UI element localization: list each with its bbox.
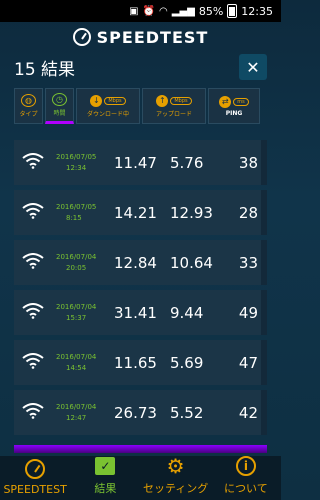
sort-type-label: タイプ xyxy=(19,111,38,118)
sort-type-button[interactable]: ◍ タイプ xyxy=(14,88,43,124)
row-edge xyxy=(261,140,267,185)
sort-upload-label: アップロード xyxy=(155,110,192,118)
tools-button[interactable]: ✕ xyxy=(239,54,267,80)
results-count: 15 結果 xyxy=(14,59,76,80)
row-upload: 5.76 xyxy=(170,153,204,172)
gear-icon: ⚙ xyxy=(166,454,185,478)
row-date: 2016/07/04 xyxy=(56,402,97,411)
info-icon: i xyxy=(235,456,256,476)
row-upload: 10.64 xyxy=(170,253,213,272)
sort-download-label: ダウンロード中 xyxy=(86,110,129,118)
upload-unit: Mbps xyxy=(170,96,192,105)
nav-results[interactable]: ✓ 結果 xyxy=(70,454,140,496)
row-edge xyxy=(261,290,267,335)
alarm-icon: ⏰ xyxy=(142,5,156,17)
results-icon: ✓ xyxy=(95,457,116,475)
row-date: 2016/07/04 xyxy=(56,352,97,361)
sort-upload-button[interactable]: ↑ Mbps アップロード xyxy=(142,88,206,124)
clock-icon: ◷ xyxy=(52,93,67,106)
row-download: 26.73 xyxy=(114,403,157,422)
row-ping: 47 xyxy=(238,353,258,372)
nav-speedtest[interactable]: SPEEDTEST xyxy=(0,457,70,496)
row-date: 2016/07/04 xyxy=(56,252,97,261)
nav-about[interactable]: i について xyxy=(211,454,281,496)
app-header: SPEEDTEST xyxy=(0,22,281,52)
sort-ping-label: PING xyxy=(225,109,243,117)
row-upload: 12.93 xyxy=(170,203,213,222)
row-edge xyxy=(261,190,267,235)
row-time: 20:05 xyxy=(66,263,87,272)
nav-speedtest-label: SPEEDTEST xyxy=(3,483,67,496)
row-download: 12.84 xyxy=(114,253,157,272)
row-upload: 5.52 xyxy=(170,403,204,422)
wifi-icon xyxy=(22,352,48,373)
row-edge xyxy=(261,340,267,385)
row-download: 31.41 xyxy=(114,303,157,322)
ping-unit: ms xyxy=(233,97,249,106)
sort-download-button[interactable]: ↓ Mbps ダウンロード中 xyxy=(76,88,140,124)
row-upload: 9.44 xyxy=(170,303,204,322)
row-download: 11.65 xyxy=(114,353,157,372)
sort-ping-button[interactable]: ⇄ ms PING xyxy=(208,88,260,124)
row-time: 8:15 xyxy=(66,213,82,222)
result-row[interactable]: 2016/07/04 12:47 26.73 5.52 42 xyxy=(14,390,267,435)
wifi-status-icon: ◠ xyxy=(159,5,168,17)
result-row[interactable]: 2016/07/05 12:34 11.47 5.76 38 xyxy=(14,140,267,185)
ping-icon: ⇄ xyxy=(219,95,232,108)
nav-settings-label: セッティング xyxy=(142,482,209,495)
clock: 12:35 xyxy=(241,4,273,18)
gauge-icon xyxy=(25,459,46,479)
row-ping: 42 xyxy=(238,403,258,422)
row-download: 11.47 xyxy=(114,153,157,172)
row-ping: 49 xyxy=(238,303,258,322)
signal-icon: ▂▄▆ xyxy=(171,5,195,17)
wifi-icon xyxy=(22,402,48,423)
results-header: 15 結果 ✕ xyxy=(0,52,281,82)
download-unit: Mbps xyxy=(104,96,126,105)
row-date: 2016/07/05 xyxy=(56,152,97,161)
row-ping: 38 xyxy=(238,153,258,172)
result-row[interactable]: 2016/07/04 20:05 12.84 10.64 33 xyxy=(14,240,267,285)
sort-bar: ◍ タイプ ◷ 時間 ↓ Mbps ダウンロード中 ↑ Mbps アップロード … xyxy=(14,88,267,124)
globe-icon: ◍ xyxy=(21,94,36,107)
list-end-bar xyxy=(14,445,267,453)
sort-time-button[interactable]: ◷ 時間 xyxy=(45,88,74,124)
row-ping: 28 xyxy=(238,203,258,222)
row-edge xyxy=(261,240,267,285)
row-time: 12:47 xyxy=(66,413,87,422)
row-upload: 5.69 xyxy=(170,353,204,372)
result-row[interactable]: 2016/07/04 14:54 11.65 5.69 47 xyxy=(14,340,267,385)
battery-percent: 85% xyxy=(198,4,224,18)
row-download: 14.21 xyxy=(114,203,157,222)
speedtest-logo-icon xyxy=(72,28,91,46)
download-arrow-icon: ↓ xyxy=(90,94,103,107)
result-row[interactable]: 2016/07/04 15:37 31.41 9.44 49 xyxy=(14,290,267,335)
result-row[interactable]: 2016/07/05 8:15 14.21 12.93 28 xyxy=(14,190,267,235)
wifi-icon xyxy=(22,202,48,223)
wifi-icon xyxy=(22,302,48,323)
row-ping: 33 xyxy=(238,253,258,272)
notification-icon: ▣ xyxy=(129,5,139,17)
wifi-icon xyxy=(22,252,48,273)
tools-icon: ✕ xyxy=(246,57,260,77)
row-time: 12:34 xyxy=(66,163,87,172)
wifi-icon xyxy=(22,152,48,173)
battery-icon xyxy=(227,4,238,18)
results-list: 2016/07/05 12:34 11.47 5.76 38 2016/07/05… xyxy=(14,140,267,435)
row-time: 14:54 xyxy=(66,363,87,372)
row-date: 2016/07/05 xyxy=(56,202,97,211)
bottom-nav: SPEEDTEST ✓ 結果 ⚙ セッティング i について xyxy=(0,456,281,500)
status-bar: ▣ ⏰ ◠ ▂▄▆ 85% 12:35 xyxy=(0,0,281,22)
nav-results-label: 結果 xyxy=(94,482,117,495)
row-edge xyxy=(261,390,267,435)
app-title: SPEEDTEST xyxy=(96,27,209,47)
row-date: 2016/07/04 xyxy=(56,302,97,311)
upload-arrow-icon: ↑ xyxy=(156,94,169,107)
nav-about-label: について xyxy=(224,482,268,495)
nav-settings[interactable]: ⚙ セッティング xyxy=(141,454,211,496)
row-time: 15:37 xyxy=(66,313,87,322)
sort-time-label: 時間 xyxy=(53,110,66,117)
